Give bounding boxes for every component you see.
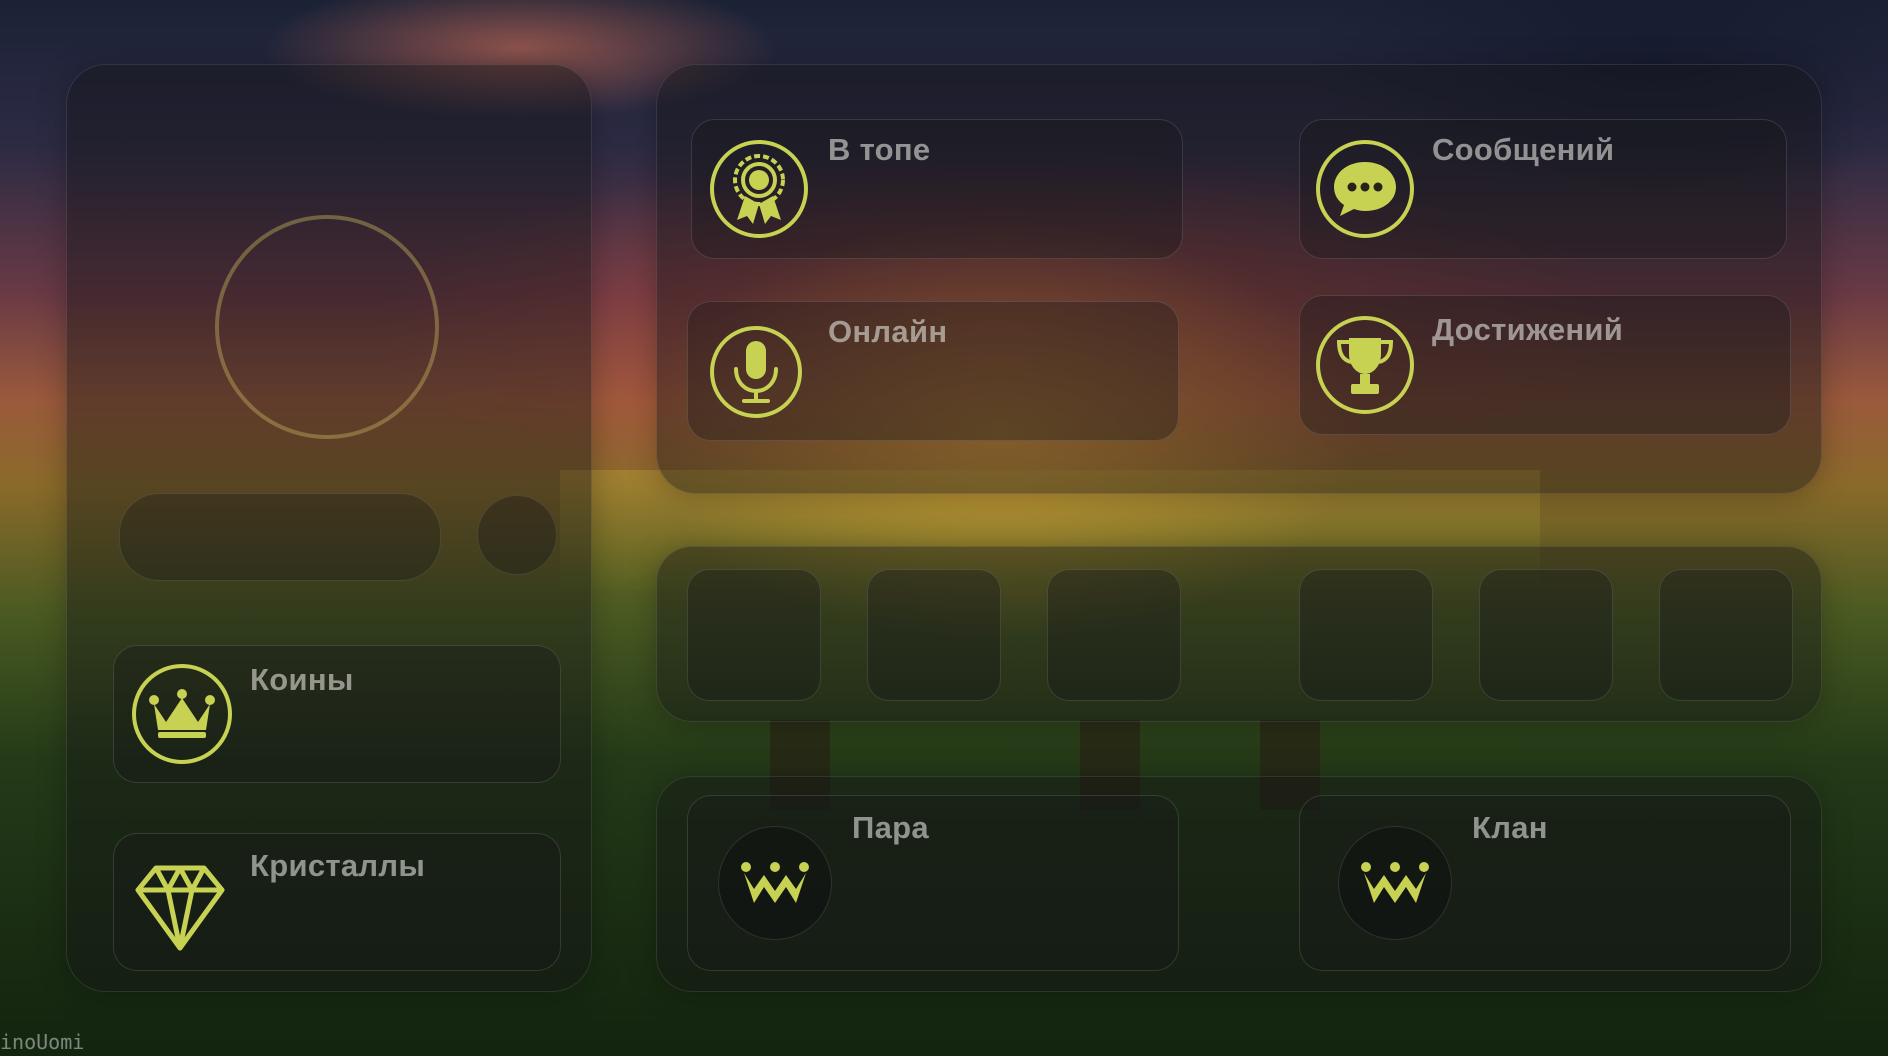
item-slot[interactable] [867, 569, 1001, 701]
crystals-label: Кристаллы [250, 848, 426, 883]
profile-panel: Коины Кристаллы [66, 64, 592, 992]
nickname-field[interactable] [119, 493, 441, 581]
messages-card[interactable]: Сообщений [1299, 119, 1787, 259]
item-slot[interactable] [1659, 569, 1793, 701]
status-indicator[interactable] [477, 495, 557, 575]
crystals-card[interactable]: Кристаллы [113, 833, 561, 971]
pair-label: Пара [852, 810, 929, 845]
relations-panel: Пара Клан [656, 776, 1822, 992]
microphone-icon [710, 326, 802, 418]
achievements-label: Достижений [1432, 312, 1624, 347]
achievements-card[interactable]: Достижений [1299, 295, 1791, 435]
clan-label: Клан [1472, 810, 1548, 845]
top-rank-card[interactable]: В топе [691, 119, 1183, 259]
clan-card[interactable]: Клан [1299, 795, 1791, 971]
slots-panel [656, 546, 1822, 722]
chat-bubble-icon [1316, 140, 1414, 238]
watermark: inoUomi [0, 1030, 85, 1054]
item-slot[interactable] [1479, 569, 1613, 701]
crown-logo-icon [718, 826, 832, 940]
online-card[interactable]: Онлайн [687, 301, 1179, 441]
item-slot[interactable] [1047, 569, 1181, 701]
pair-card[interactable]: Пара [687, 795, 1179, 971]
stats-panel: В топе Сообщений Онлайн Достижений [656, 64, 1822, 494]
coins-card[interactable]: Коины [113, 645, 561, 783]
crown-logo-icon [1338, 826, 1452, 940]
messages-label: Сообщений [1432, 132, 1615, 167]
item-slot[interactable] [687, 569, 821, 701]
diamond-icon [134, 862, 226, 952]
crown-icon [132, 664, 232, 764]
coins-label: Коины [250, 662, 354, 697]
top-rank-label: В топе [828, 132, 931, 167]
award-icon [710, 140, 808, 238]
online-label: Онлайн [828, 314, 948, 349]
avatar[interactable] [215, 215, 439, 439]
trophy-icon [1316, 316, 1414, 414]
item-slot[interactable] [1299, 569, 1433, 701]
